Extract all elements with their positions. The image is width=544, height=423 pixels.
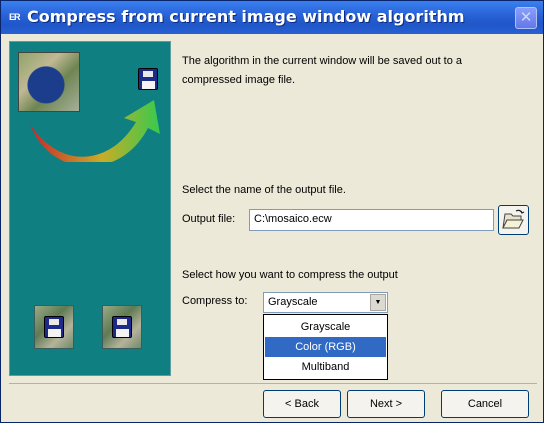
output-section-label: Select the name of the output file.	[182, 184, 346, 196]
floppy-disk-icon	[44, 316, 64, 338]
floppy-disk-icon	[138, 68, 158, 90]
compressed-output-thumbnail	[34, 305, 74, 349]
back-button[interactable]: < Back	[263, 390, 341, 418]
window-title: Compress from current image window algor…	[27, 7, 465, 26]
compress-to-select[interactable]: Grayscale ▼	[263, 292, 388, 313]
cancel-button[interactable]: Cancel	[441, 390, 529, 418]
folder-open-icon	[502, 209, 525, 229]
compress-to-label: Compress to:	[182, 295, 248, 307]
close-icon: ✕	[519, 9, 533, 26]
compressed-output-thumbnail	[102, 305, 142, 349]
app-icon: ER	[9, 12, 21, 22]
browse-button[interactable]	[498, 205, 529, 235]
compress-options-list: Grayscale Color (RGB) Multiband	[263, 314, 388, 380]
compress-section-label: Select how you want to compress the outp…	[182, 269, 398, 281]
wizard-side-panel	[9, 41, 171, 376]
option-grayscale[interactable]: Grayscale	[265, 317, 386, 337]
wizard-dialog: ER Compress from current image window al…	[0, 0, 544, 423]
option-multiband[interactable]: Multiband	[265, 357, 386, 377]
output-file-input[interactable]: C:\mosaico.ecw	[249, 209, 494, 231]
chevron-down-icon[interactable]: ▼	[370, 294, 386, 311]
floppy-disk-icon	[112, 316, 132, 338]
wizard-description: The algorithm in the current window will…	[182, 55, 463, 86]
option-color-rgb[interactable]: Color (RGB)	[265, 337, 386, 357]
compress-to-value: Grayscale	[268, 296, 318, 308]
close-button[interactable]: ✕	[515, 7, 537, 29]
title-bar[interactable]: ER Compress from current image window al…	[1, 1, 543, 34]
output-file-label: Output file:	[182, 213, 236, 225]
next-button[interactable]: Next >	[347, 390, 425, 418]
curved-arrow-icon	[30, 100, 160, 162]
button-bar-divider	[9, 383, 537, 384]
